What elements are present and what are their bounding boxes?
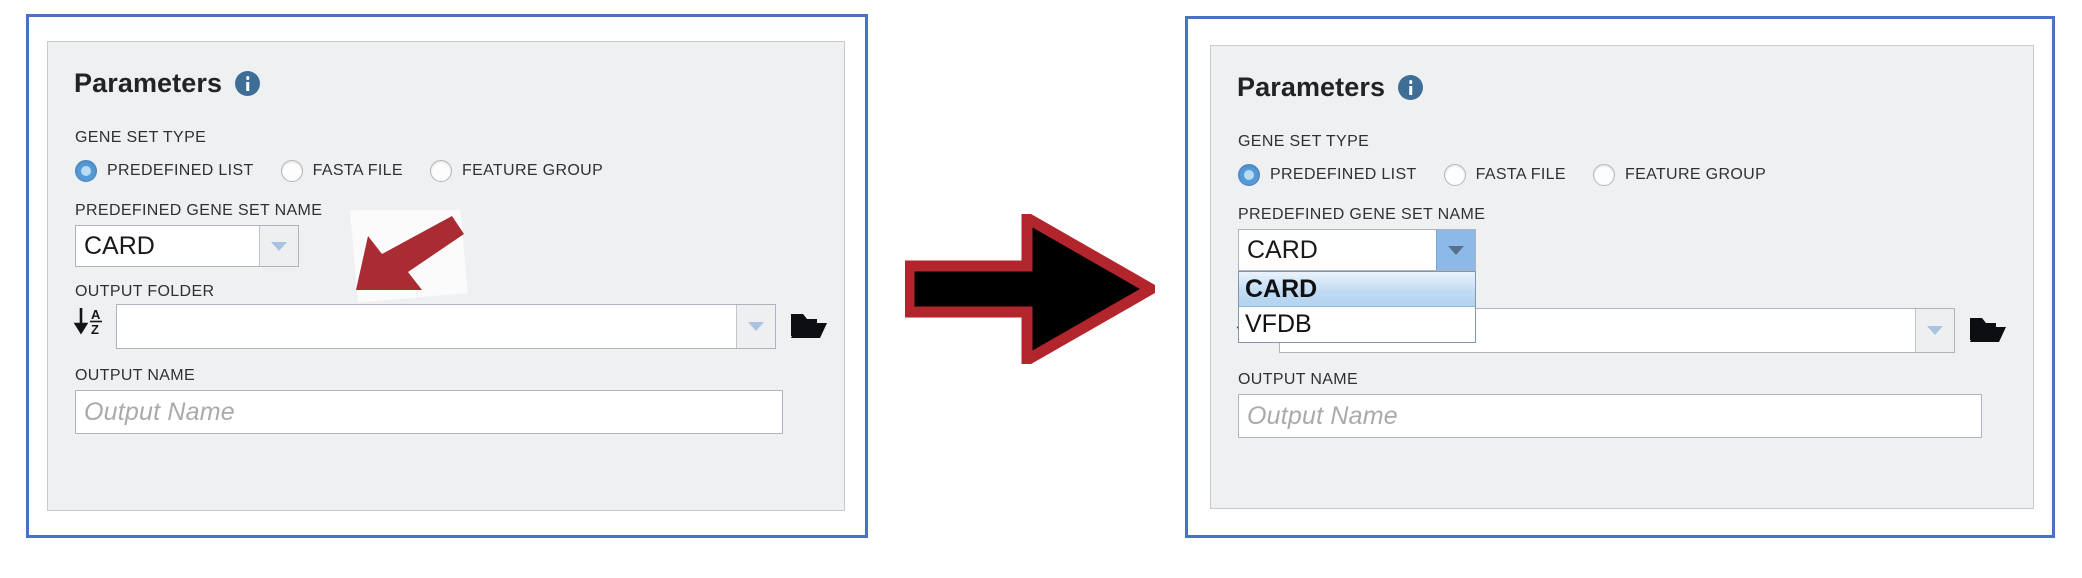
radio-predefined-list[interactable]: PREDEFINED LIST <box>75 160 254 182</box>
radio-fasta-file[interactable]: FASTA FILE <box>1443 164 1566 186</box>
output-name-label: OUTPUT NAME <box>1238 371 1359 388</box>
gene-set-type-label: GENE SET TYPE <box>75 129 207 146</box>
radio-feature-group[interactable]: FEATURE GROUP <box>1592 164 1767 186</box>
radio-predefined-list[interactable]: PREDEFINED LIST <box>1238 164 1417 186</box>
parameters-card: Parameters GENE SET TYPE PREDEFINED LIST… <box>1210 45 2034 509</box>
radio-feature-group[interactable]: FEATURE GROUP <box>429 160 604 182</box>
page-title: Parameters <box>1237 72 1386 102</box>
page-title: Parameters <box>74 68 223 98</box>
radio-indicator[interactable] <box>1443 164 1466 186</box>
radio-indicator[interactable] <box>429 160 452 182</box>
predefined-gene-set-name-option-list[interactable]: CARD VFDB <box>1238 271 1476 343</box>
output-name-label: OUTPUT NAME <box>75 367 196 384</box>
card-header: Parameters <box>74 68 261 98</box>
radio-fasta-file[interactable]: FASTA FILE <box>280 160 403 182</box>
gene-set-type-radio-group[interactable]: PREDEFINED LIST FASTA FILE FEATURE GROUP <box>1238 164 1793 186</box>
chevron-down-icon <box>271 241 287 251</box>
red-arrow-annotation-icon <box>350 210 468 303</box>
radio-indicator[interactable] <box>280 160 303 182</box>
predefined-gene-set-name-label: PREDEFINED GENE SET NAME <box>1238 206 1486 223</box>
folder-open-icon[interactable] <box>790 310 828 340</box>
black-right-arrow-icon <box>905 214 1155 364</box>
predefined-gene-set-name-label: PREDEFINED GENE SET NAME <box>75 202 323 219</box>
predefined-gene-set-name-dropdown-button[interactable] <box>259 226 298 266</box>
output-name-input[interactable]: Output Name <box>75 390 783 434</box>
output-name-placeholder: Output Name <box>1247 401 1398 430</box>
card-header: Parameters <box>1237 72 1424 102</box>
radio-label: FASTA FILE <box>312 162 403 179</box>
radio-label: PREDEFINED LIST <box>1270 166 1417 183</box>
predefined-gene-set-name-value[interactable]: CARD <box>76 226 259 266</box>
predefined-gene-set-name-combo[interactable]: CARD <box>1238 229 1476 271</box>
radio-label: PREDEFINED LIST <box>107 162 254 179</box>
output-folder-label: OUTPUT FOLDER <box>75 283 215 300</box>
svg-text:A: A <box>91 307 101 322</box>
screenshot-stage: Parameters GENE SET TYPE PREDEFINED LIST… <box>0 0 2082 578</box>
info-icon[interactable] <box>235 71 261 96</box>
radio-label: FEATURE GROUP <box>461 162 604 179</box>
radio-indicator[interactable] <box>75 160 97 182</box>
predefined-gene-set-name-value[interactable]: CARD <box>1239 230 1436 270</box>
output-name-input[interactable]: Output Name <box>1238 394 1982 438</box>
sort-az-icon[interactable]: A Z <box>73 305 107 337</box>
info-icon[interactable] <box>1398 75 1424 100</box>
radio-indicator[interactable] <box>1592 164 1615 186</box>
radio-label: FASTA FILE <box>1475 166 1566 183</box>
chevron-down-icon <box>748 322 764 331</box>
output-folder-dropdown-button[interactable] <box>1915 309 1954 352</box>
chevron-down-icon <box>1927 326 1943 335</box>
gene-set-type-radio-group[interactable]: PREDEFINED LIST FASTA FILE FEATURE GROUP <box>75 160 630 182</box>
output-folder-combo[interactable] <box>116 304 776 349</box>
output-name-placeholder: Output Name <box>84 397 235 426</box>
radio-label: FEATURE GROUP <box>1624 166 1767 183</box>
predefined-gene-set-name-dropdown-button[interactable] <box>1436 230 1475 270</box>
option-card[interactable]: CARD <box>1239 272 1475 307</box>
chevron-down-icon <box>1448 245 1464 255</box>
output-folder-dropdown-button[interactable] <box>736 305 775 348</box>
radio-indicator[interactable] <box>1238 164 1260 186</box>
svg-text:Z: Z <box>91 322 99 337</box>
folder-open-icon[interactable] <box>1969 314 2007 344</box>
gene-set-type-label: GENE SET TYPE <box>1238 133 1370 150</box>
option-vfdb[interactable]: VFDB <box>1239 307 1475 342</box>
predefined-gene-set-name-combo[interactable]: CARD <box>75 225 299 267</box>
after-panel: Parameters GENE SET TYPE PREDEFINED LIST… <box>1185 16 2055 538</box>
output-folder-value[interactable] <box>117 305 736 348</box>
